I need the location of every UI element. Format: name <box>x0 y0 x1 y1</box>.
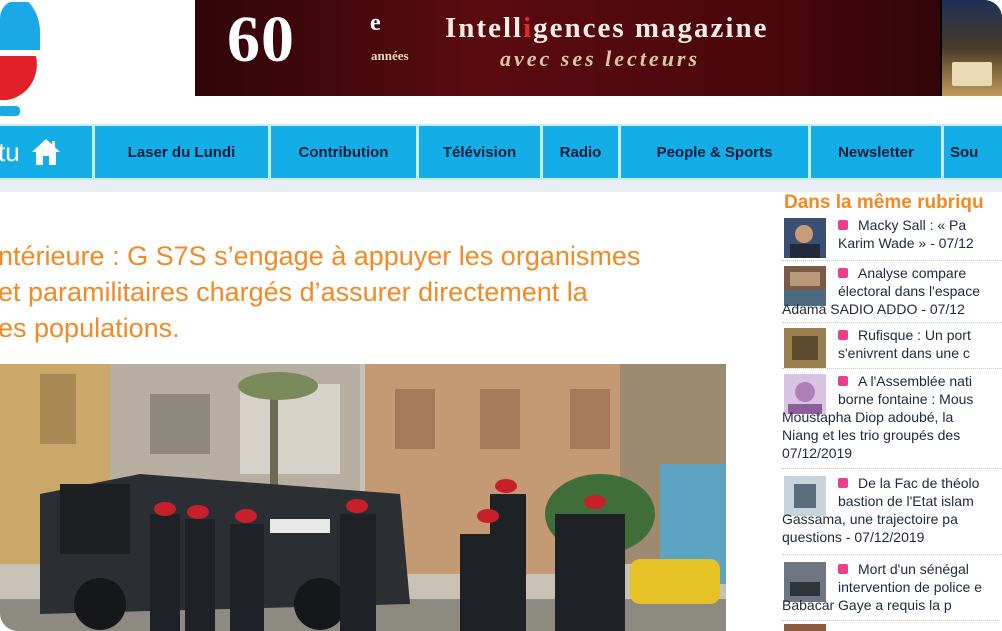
headline-line-1: ntérieure : G S7S s’engage à appuyer les… <box>0 241 641 271</box>
bullet-icon <box>838 478 848 488</box>
sidebar-item[interactable]: De la Fac de théolo bastion de l'Etat is… <box>782 474 1002 555</box>
sidebar-next-thumbnail <box>784 624 826 631</box>
bullet-icon <box>838 220 848 230</box>
nav-item-people-sports[interactable]: People & Sports <box>621 126 808 178</box>
sidebar-item[interactable]: A l'Assemblée nati borne fontaine : Mous… <box>782 372 1002 469</box>
sidebar-item-line: Niang et les trio groupés des <box>782 427 961 443</box>
sidebar-item[interactable]: Rufisque : Un port s'enivrent dans une c <box>782 326 1002 369</box>
sidebar-item-line: borne fontaine : Mous <box>838 391 974 407</box>
headline-line-3: es populations. <box>0 313 180 343</box>
article-headline: ntérieure : G S7S s’engage à appuyer les… <box>0 238 758 346</box>
sidebar-item-line: Moustapha Diop adoubé, la <box>782 409 954 425</box>
sidebar-item-line: Adama SADIO ADDO - 07/12 <box>782 301 965 317</box>
banner-seal <box>952 62 992 86</box>
sidebar-item-line: Analyse compare <box>782 264 1002 282</box>
sidebar-item-line: s'enivrent dans une c <box>838 345 970 361</box>
nav-item-newsletter[interactable]: Newsletter <box>811 126 941 178</box>
banner-tagline: avec ses lecteurs <box>500 46 701 71</box>
banner-annees-label: années <box>371 48 409 63</box>
banner-magazine-title: Intelligences magazine <box>445 12 769 44</box>
sidebar-item-line: Rufisque : Un port <box>782 326 1002 344</box>
sidebar-item-line: De la Fac de théolo <box>782 474 1002 492</box>
magazine-banner-ad[interactable]: 60 e années Intelligences magazine avec … <box>195 0 1002 96</box>
sidebar-item[interactable]: Mort d'un sénégal intervention de police… <box>782 560 1002 621</box>
nav-item-television[interactable]: Télévision <box>419 126 540 178</box>
sidebar-item-text: A l'Assemblée nati borne fontaine : Mous… <box>782 372 1002 462</box>
sidebar-item-line: Macky Sall : « Pa <box>782 216 1002 234</box>
sidebar-item-line: A l'Assemblée nati <box>782 372 1002 390</box>
headline-line-2: et paramilitaires chargés d’assurer dire… <box>0 277 588 307</box>
sidebar-item-line: Gassama, une trajectoire pa <box>782 511 958 527</box>
page-frame: 60 e années Intelligences magazine avec … <box>0 0 1002 631</box>
bullet-icon <box>838 376 848 386</box>
bullet-icon <box>838 268 848 278</box>
sidebar-item-text: Macky Sall : « Pa Karim Wade » - 07/12 <box>782 216 1002 252</box>
sidebar-item-line: 07/12/2019 <box>782 445 853 461</box>
home-icon <box>31 139 60 165</box>
nav-item-contribution[interactable]: Contribution <box>271 126 416 178</box>
nav-home[interactable]: tu <box>0 126 92 178</box>
sidebar-item-text: Analyse compare électoral dans l'espace … <box>782 264 1002 318</box>
nav-divider-strip <box>0 180 1002 192</box>
banner-thumbnail <box>940 0 1002 96</box>
nav-item-laser-du-lundi[interactable]: Laser du Lundi <box>95 126 268 178</box>
sidebar-item-text: Mort d'un sénégal intervention de police… <box>782 560 1002 614</box>
bullet-icon <box>838 564 848 574</box>
sidebar-item-line: Mort d'un sénégal <box>782 560 1002 578</box>
sidebar-item-line: Karim Wade » - 07/12 <box>838 235 974 251</box>
sidebar-item[interactable]: Macky Sall : « Pa Karim Wade » - 07/12 <box>782 216 1002 261</box>
banner-anniversary-number: 60 <box>227 3 295 76</box>
sidebar-item-line: questions - 07/12/2019 <box>782 529 925 545</box>
sidebar-item-line: Babacar Gaye a requis la p <box>782 597 952 613</box>
bullet-icon <box>838 330 848 340</box>
sidebar-item[interactable]: Analyse compare électoral dans l'espace … <box>782 264 1002 323</box>
article-photo[interactable] <box>0 364 726 631</box>
sidebar-item-text: Rufisque : Un port s'enivrent dans une c <box>782 326 1002 362</box>
nav-item-radio[interactable]: Radio <box>543 126 618 178</box>
banner-superscript: e <box>370 10 381 36</box>
site-logo[interactable] <box>0 2 40 120</box>
nav-item-sou[interactable]: Sou <box>944 126 1002 178</box>
sidebar-title: Dans la même rubriqu <box>784 192 984 213</box>
sidebar-item-line: bastion de l'Etat islam <box>838 493 974 509</box>
sidebar-item-line: électoral dans l'espace <box>838 283 980 299</box>
sidebar-item-line: intervention de police e <box>838 579 982 595</box>
sidebar-item-text: De la Fac de théolo bastion de l'Etat is… <box>782 474 1002 546</box>
main-navigation: tu Laser du Lundi Contribution Télévisio… <box>0 124 1002 180</box>
nav-home-label: tu <box>0 136 20 167</box>
